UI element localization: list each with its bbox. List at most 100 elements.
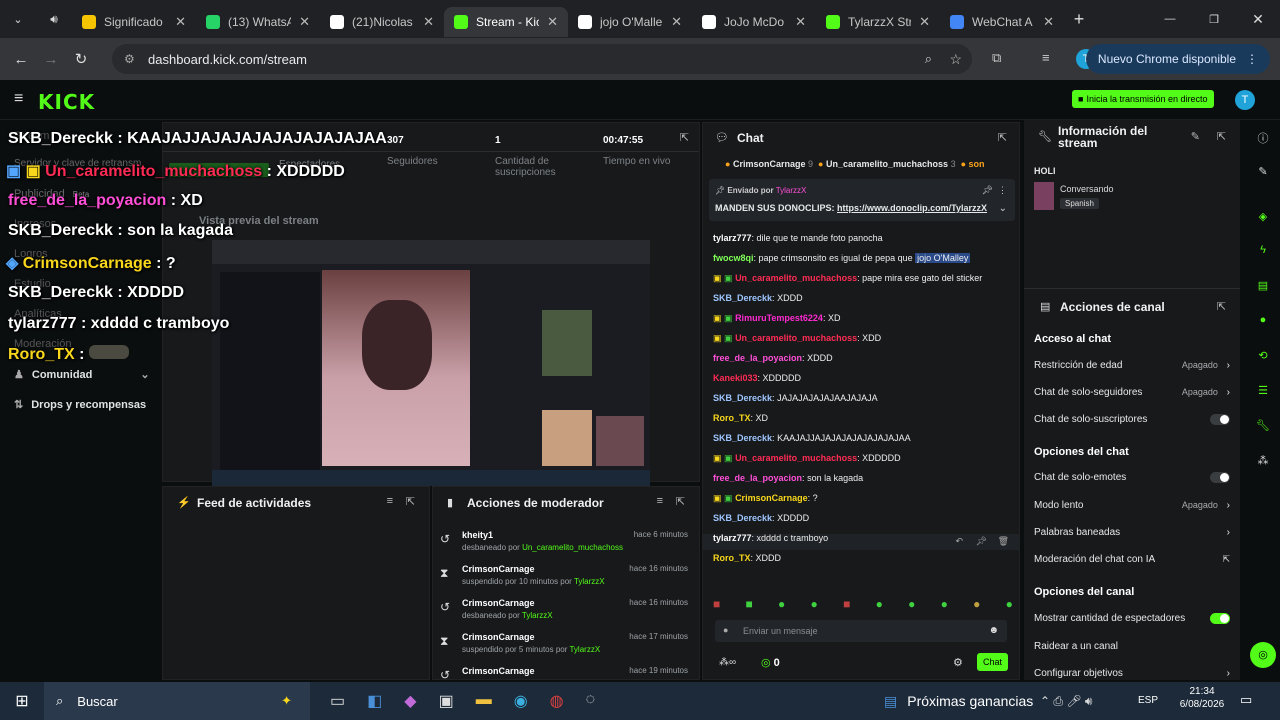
show-viewers-setting[interactable]: Mostrar cantidad de espectadores — [1034, 613, 1230, 624]
lightning-icon[interactable]: ϟ — [1254, 244, 1272, 262]
ai-moderation-setting[interactable]: Moderación del chat con IA ⇱ — [1034, 554, 1230, 565]
emote[interactable]: ■ — [713, 597, 720, 613]
chat-message[interactable]: Kaneki033: XDDDDD — [713, 373, 801, 383]
chat-message[interactable]: free_de_la_poyacion: son la kagada — [713, 473, 863, 483]
popout-icon[interactable]: ⇱ — [1217, 130, 1226, 143]
widget-next-earnings[interactable]: ▤ Próximas ganancias — [884, 693, 1033, 710]
emote[interactable]: ● — [941, 597, 948, 613]
moderator-name[interactable]: TylarzzX — [522, 611, 553, 620]
tray-icons[interactable]: ⌃ ⎙ 🎤︎ 🔊︎ — [1040, 694, 1092, 709]
layout-icon[interactable]: ☰ — [1254, 384, 1272, 402]
maximize-button[interactable]: ❐ — [1192, 13, 1236, 26]
chat-mention[interactable]: jojo O'Malley — [915, 253, 971, 263]
taskbar-search[interactable]: ⌕ Buscar ✦ — [44, 682, 310, 720]
popout-icon[interactable]: ⇱ — [676, 495, 685, 508]
chat-message[interactable]: ▣ ▣ RimuruTempest6224: XD — [713, 313, 840, 324]
chat-username[interactable]: SKB_Dereckk — [713, 393, 772, 403]
pin-icon[interactable]: 📌︎ — [976, 536, 987, 547]
close-tab-icon[interactable]: ✕ — [919, 14, 930, 30]
subs-only-setting[interactable]: Chat de solo-suscriptores — [1034, 414, 1230, 425]
chat-message[interactable]: SKB_Dereckk: XDDDD — [713, 513, 809, 523]
sidebar-item-drops[interactable]: ⇅ Drops y recompensas — [14, 398, 146, 412]
go-live-button[interactable]: ■ Inicia la transmisión en directo — [1072, 90, 1214, 108]
delete-icon[interactable]: 🗑︎ — [998, 536, 1009, 547]
users-icon[interactable]: ⁂∞ — [719, 657, 736, 668]
update-chrome-button[interactable]: Nuevo Chrome disponible ⋮ — [1085, 44, 1270, 74]
emote-only-toggle[interactable] — [1210, 472, 1230, 483]
chat-username[interactable]: Roro_TX — [713, 553, 751, 563]
menu-icon[interactable]: ≡ — [14, 90, 23, 108]
site-settings-icon[interactable]: ⚙ — [124, 52, 135, 66]
chat-username[interactable]: tylarz777 — [713, 533, 752, 543]
goals-setting[interactable]: Configurar objetivos › — [1034, 668, 1230, 678]
popout-icon[interactable]: ⇱ — [680, 131, 689, 144]
emote[interactable]: ■ — [746, 597, 753, 613]
gifter-name[interactable]: son — [969, 159, 985, 169]
forward-button[interactable]: → — [36, 51, 66, 68]
moderator-name[interactable]: Un_caramelito_muchachoss — [522, 543, 623, 552]
category-name[interactable]: Conversando — [1060, 184, 1114, 194]
widgets-icon[interactable]: ⁂ — [1254, 454, 1272, 472]
filter-icon[interactable]: ≡ — [657, 495, 663, 507]
chat-message[interactable]: Roro_TX: XD — [713, 413, 768, 423]
chat-username[interactable]: free_de_la_poyacion — [713, 473, 802, 483]
chat-message[interactable]: free_de_la_poyacion: XDDD — [713, 353, 833, 363]
emoji-icon[interactable]: ☻ — [988, 625, 999, 636]
chat-message[interactable]: tylarz777: xdddd c tramboyo — [713, 533, 828, 543]
task-view-icon[interactable]: ▭ — [330, 691, 345, 711]
chat-message[interactable]: tylarz777: dile que te mande foto panoch… — [713, 233, 883, 243]
chat-username[interactable]: Un_caramelito_muchachoss — [735, 453, 857, 463]
language-indicator[interactable]: ESP — [1138, 695, 1158, 706]
chat-username[interactable]: tylarz777 — [713, 233, 752, 243]
zoom-icon[interactable]: ⌕ — [925, 51, 932, 67]
send-chat-button[interactable]: Chat — [977, 653, 1009, 671]
moderator-name[interactable]: TylarzzX — [574, 577, 605, 586]
chat-message[interactable]: SKB_Dereckk: KAAJAJJAJAJAJAJAJAJAJAJAA — [713, 433, 911, 443]
file-explorer-icon[interactable]: ▬ — [476, 691, 492, 711]
browser-tab[interactable]: (21)Nicolas ✕ — [320, 7, 444, 37]
chat-username[interactable]: RimuruTempest6224 — [735, 313, 823, 323]
popout-icon[interactable]: ⇱ — [998, 131, 1007, 144]
chat-message[interactable]: SKB_Dereckk: JAJAJAJAJAJAAJAJAJA — [713, 393, 878, 403]
browser-tab[interactable]: jojo O'Malle ✕ — [568, 7, 692, 37]
edit-icon[interactable]: ✎ — [1254, 165, 1272, 183]
edit-icon[interactable]: ✎ — [1191, 130, 1200, 143]
new-tab-button[interactable]: + — [1064, 9, 1094, 30]
browser-tab[interactable]: Stream - Kick ✕ — [444, 7, 568, 37]
chevron-down-icon[interactable]: ⌄ — [999, 203, 1007, 214]
wrench-icon[interactable]: 🔧︎ — [1254, 419, 1272, 437]
chat-username[interactable]: SKB_Dereckk — [713, 513, 772, 523]
subs-only-toggle[interactable] — [1210, 414, 1230, 425]
chat-message[interactable]: ▣ ▣ Un_caramelito_muchachoss: XDDDDD — [713, 453, 901, 464]
chat-username[interactable]: SKB_Dereckk — [713, 293, 772, 303]
info-icon[interactable]: ⓘ — [1254, 130, 1272, 148]
filter-icon[interactable]: ≡ — [387, 495, 393, 507]
close-tab-icon[interactable]: ✕ — [1043, 14, 1054, 30]
browser-tab[interactable]: JoJo McDo ✕ — [692, 7, 816, 37]
raid-setting[interactable]: Raidear a un canal — [1034, 641, 1230, 652]
settings-gear-icon[interactable]: ⚙ — [953, 656, 963, 669]
show-viewers-toggle[interactable] — [1210, 613, 1230, 624]
emote[interactable]: ● — [811, 597, 818, 613]
emote[interactable]: ● — [908, 597, 915, 613]
close-tab-icon[interactable]: ✕ — [795, 14, 806, 30]
document-icon[interactable]: ▤ — [1254, 279, 1272, 297]
extensions-icon[interactable]: ⧉ — [992, 50, 1001, 66]
chat-username[interactable]: Kaneki033 — [713, 373, 758, 383]
chat-bubble-icon[interactable]: ● — [1254, 314, 1272, 332]
close-tab-icon[interactable]: ✕ — [299, 14, 310, 30]
speaker-icon[interactable]: 🔊︎ — [36, 12, 72, 27]
user-avatar[interactable]: T — [1235, 90, 1255, 110]
chat-username[interactable]: CrimsonCarnage — [735, 493, 808, 503]
chat-username[interactable]: free_de_la_poyacion — [713, 353, 802, 363]
audio-icon[interactable]: ⟲ — [1254, 349, 1272, 367]
back-button[interactable]: ← — [6, 51, 36, 68]
bookmark-star-icon[interactable]: ☆ — [949, 51, 962, 68]
slow-mode-setting[interactable]: Modo lento Apagado › — [1034, 500, 1230, 511]
emote[interactable]: ● — [778, 597, 785, 613]
chat-input[interactable]: ● Enviar un mensaje ☻ — [715, 620, 1007, 642]
gifter-name[interactable]: Un_caramelito_muchachoss — [826, 159, 948, 169]
reply-icon[interactable]: ↶ — [955, 536, 963, 547]
screenshot-icon[interactable]: ◈ — [1254, 210, 1272, 228]
reload-button[interactable]: ↻ — [66, 50, 96, 68]
